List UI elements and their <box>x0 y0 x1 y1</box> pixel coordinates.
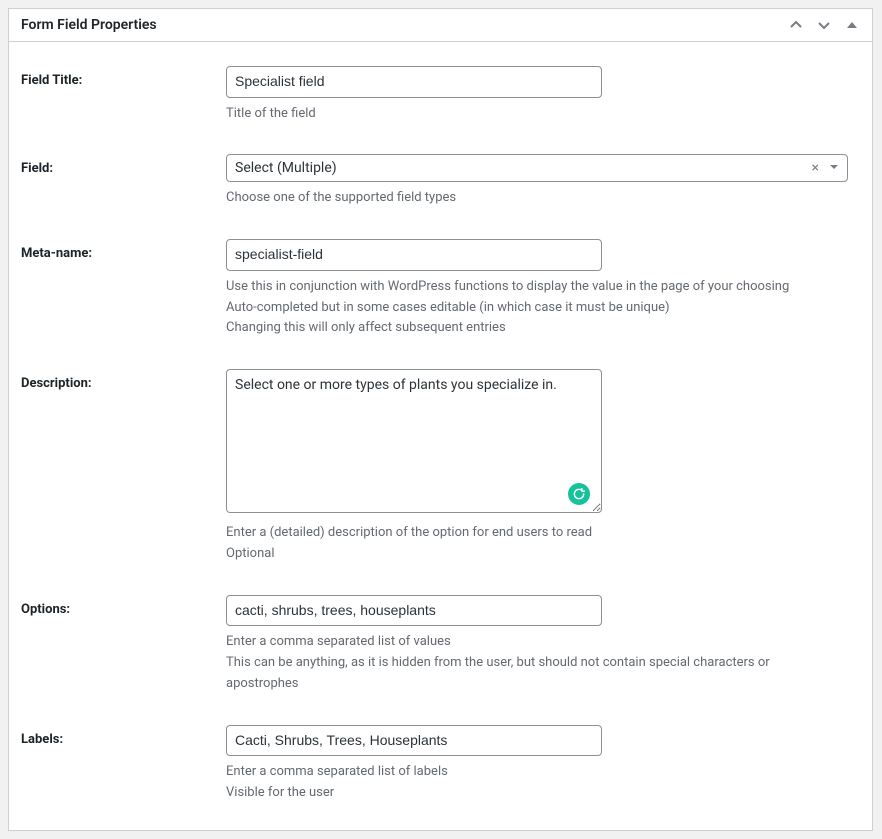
description-textarea[interactable] <box>226 369 602 513</box>
meta-name-input-col: Use this in conjunction with WordPress f… <box>226 239 860 339</box>
description-input-col: Enter a (detailed) description of the op… <box>226 369 860 565</box>
panel-header: Form Field Properties <box>9 9 872 42</box>
options-label: Options: <box>21 595 226 617</box>
meta-name-input[interactable] <box>226 239 602 271</box>
field-type-helper: Choose one of the supported field types <box>226 188 841 209</box>
field-title-helper: Title of the field <box>226 104 841 125</box>
meta-name-helper-3: Changing this will only affect subsequen… <box>226 318 841 339</box>
options-input-col: Enter a comma separated list of values T… <box>226 595 860 695</box>
row-field-title: Field Title: Title of the field <box>21 54 860 142</box>
options-helper-1: Enter a comma separated list of values <box>226 632 841 653</box>
row-options: Options: Enter a comma separated list of… <box>21 583 860 713</box>
meta-name-label: Meta-name: <box>21 239 226 261</box>
toggle-collapse-icon[interactable] <box>844 17 860 33</box>
form-field-properties-panel: Form Field Properties Field Title: Title… <box>8 8 873 831</box>
move-up-icon[interactable] <box>788 17 804 33</box>
panel-body: Field Title: Title of the field Field: S… <box>9 42 872 830</box>
meta-name-helper-2: Auto-completed but in some cases editabl… <box>226 298 841 319</box>
clear-icon[interactable]: × <box>806 160 825 176</box>
move-down-icon[interactable] <box>816 17 832 33</box>
description-helper-2: Optional <box>226 544 841 565</box>
field-title-input[interactable] <box>226 66 602 98</box>
field-type-input-col: Select (Multiple) × Choose one of the su… <box>226 154 860 209</box>
labels-input[interactable] <box>226 725 602 757</box>
meta-name-helper-1: Use this in conjunction with WordPress f… <box>226 277 841 298</box>
field-title-label: Field Title: <box>21 66 226 88</box>
options-input[interactable] <box>226 595 602 627</box>
labels-input-col: Enter a comma separated list of labels V… <box>226 725 860 804</box>
panel-controls <box>788 17 860 33</box>
row-meta-name: Meta-name: Use this in conjunction with … <box>21 227 860 357</box>
labels-label: Labels: <box>21 725 226 747</box>
row-labels: Labels: Enter a comma separated list of … <box>21 713 860 810</box>
dropdown-arrow-icon[interactable] <box>825 160 839 176</box>
grammarly-icon[interactable] <box>568 483 590 505</box>
field-type-selected-value: Select (Multiple) <box>235 160 806 176</box>
labels-helper-2: Visible for the user <box>226 783 841 804</box>
row-field-type: Field: Select (Multiple) × Choose one of… <box>21 142 860 227</box>
field-title-input-col: Title of the field <box>226 66 860 124</box>
description-label: Description: <box>21 369 226 391</box>
field-type-label: Field: <box>21 154 226 176</box>
panel-title: Form Field Properties <box>21 17 157 33</box>
labels-helper-1: Enter a comma separated list of labels <box>226 762 841 783</box>
description-helper-1: Enter a (detailed) description of the op… <box>226 523 841 544</box>
row-description: Description: Enter a (detailed) descript… <box>21 357 860 583</box>
options-helper-2: This can be anything, as it is hidden fr… <box>226 653 841 695</box>
field-type-select[interactable]: Select (Multiple) × <box>226 154 848 182</box>
